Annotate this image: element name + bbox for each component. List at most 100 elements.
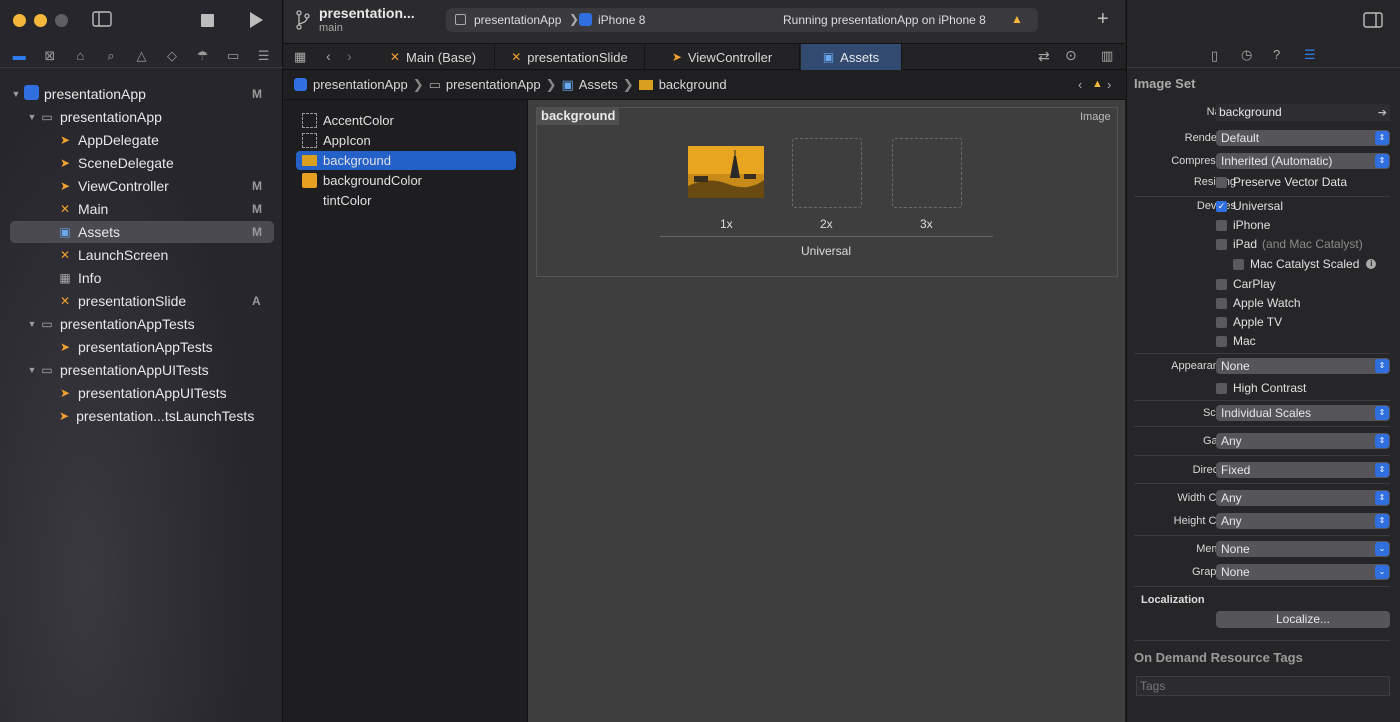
chevron-down-icon[interactable]: ▼ [10, 89, 22, 99]
popup-arrow-icon: ⇕ [1375, 406, 1389, 420]
tab-presentation-slide[interactable]: ✕ presentationSlide [495, 44, 645, 70]
device-tv-checkbox[interactable]: Apple TV [1216, 315, 1282, 329]
sidebar-toggle-icon[interactable] [92, 11, 112, 31]
forward-icon[interactable]: › [347, 48, 352, 64]
tree-item-project[interactable]: ▼ presentationApp M [10, 83, 274, 105]
storyboard-icon: ✕ [511, 50, 522, 64]
debug-icon[interactable]: ☂ [194, 48, 212, 64]
chevron-right-icon[interactable]: › [1107, 77, 1111, 92]
run-status-text: Running presentationApp on iPhone 8 [783, 13, 986, 27]
scheme-title[interactable]: presentation... [319, 5, 415, 21]
chevron-down-icon[interactable]: ▼ [26, 365, 38, 375]
asset-item[interactable]: AppIcon [296, 131, 516, 150]
back-icon[interactable]: ‹ [326, 48, 331, 64]
tree-item-file[interactable]: ➤ ViewController M [10, 175, 274, 197]
swap-icon[interactable]: ⇄ [1038, 48, 1050, 65]
name-field[interactable]: background ➔ [1216, 104, 1390, 121]
tree-item-file-selected[interactable]: ▣ Assets M [10, 221, 274, 243]
asset-item[interactable]: tintColor [296, 191, 516, 210]
width-class-popup[interactable]: Any ⇕ [1216, 490, 1390, 506]
tree-item-group[interactable]: ▼ ▭ presentationAppUITests [10, 359, 274, 381]
device-ipad-checkbox[interactable]: iPad (and Mac Catalyst) [1216, 237, 1363, 251]
inspector-toggle-icon[interactable] [1363, 12, 1383, 31]
asset-item-selected[interactable]: background [296, 151, 516, 170]
device-carplay-checkbox[interactable]: CarPlay [1216, 277, 1276, 291]
height-class-popup[interactable]: Any ⇕ [1216, 513, 1390, 529]
warning-icon[interactable]: ▲ [1092, 78, 1103, 90]
run-destination[interactable]: iPhone 8 [598, 13, 645, 27]
info-icon[interactable]: i [1366, 259, 1377, 269]
help-icon[interactable]: ? [1273, 47, 1280, 62]
tree-item-group[interactable]: ▼ ▭ presentationAppTests [10, 313, 274, 335]
arrow-circle-icon[interactable]: ➔ [1378, 105, 1387, 122]
warning-icon[interactable]: ▲ [1011, 12, 1023, 26]
localize-button[interactable]: Localize... [1216, 611, 1390, 628]
scales-popup[interactable]: Individual Scales ⇕ [1216, 405, 1390, 421]
split-editor-icon[interactable]: ▥ [1101, 48, 1113, 64]
tree-item-group[interactable]: ▼ ▭ presentationApp [10, 106, 274, 128]
tags-field[interactable]: Tags [1136, 676, 1390, 696]
add-icon[interactable]: + [1097, 9, 1109, 29]
history-icon[interactable]: ◷ [1241, 47, 1252, 63]
tree-item-file[interactable]: ➤ SceneDelegate [10, 152, 274, 174]
high-contrast-checkbox[interactable]: High Contrast [1216, 381, 1306, 395]
device-universal-checkbox[interactable]: ✓ Universal [1216, 199, 1283, 213]
divider [1134, 196, 1390, 197]
background-image-1x[interactable] [688, 146, 764, 198]
warning-icon[interactable]: △ [132, 48, 150, 64]
breakpoint-icon[interactable]: ▭ [224, 48, 242, 64]
stop-icon[interactable] [201, 14, 214, 27]
source-control-icon[interactable]: ⊠ [41, 48, 59, 64]
jump-bar-item[interactable]: Assets [579, 77, 618, 92]
image-slot-2x[interactable] [792, 138, 862, 208]
tree-item-file[interactable]: ➤ presentationAppUITests [10, 382, 274, 404]
attributes-inspector-icon[interactable]: ☰ [1304, 47, 1316, 63]
memory-popup[interactable]: None ⌄ [1216, 541, 1390, 557]
symbol-icon[interactable]: ⌂ [71, 48, 89, 63]
run-icon[interactable] [248, 11, 264, 32]
jump-bar-item[interactable]: presentationApp [313, 77, 408, 92]
tab-view-controller[interactable]: ➤ ViewController [645, 44, 800, 70]
device-mac-catalyst-checkbox[interactable]: Mac Catalyst Scaled i [1233, 257, 1377, 271]
appearances-popup[interactable]: None ⇕ [1216, 358, 1390, 374]
render-as-popup[interactable]: Default ⇕ [1216, 130, 1390, 146]
image-set-kind: Image [1080, 111, 1111, 123]
direction-popup[interactable]: Fixed ⇕ [1216, 462, 1390, 478]
graphics-popup[interactable]: None ⌄ [1216, 564, 1390, 580]
search-icon[interactable]: ⌕ [102, 48, 120, 64]
chevron-down-icon[interactable]: ▼ [26, 319, 38, 329]
folder-icon[interactable]: ▬ [10, 48, 28, 63]
tree-item-file[interactable]: ✕ Main M [10, 198, 274, 220]
swift-file-icon: ➤ [59, 386, 71, 400]
tree-item-file[interactable]: ➤ AppDelegate [10, 129, 274, 151]
chevron-down-icon[interactable]: ▼ [26, 112, 38, 122]
image-slot-3x[interactable] [892, 138, 962, 208]
device-iphone-checkbox[interactable]: iPhone [1216, 218, 1270, 232]
tree-item-file[interactable]: ▦ Info [10, 267, 274, 289]
tree-item-file[interactable]: ➤ presentation...tsLaunchTests [10, 405, 274, 427]
device-watch-checkbox[interactable]: Apple Watch [1216, 296, 1301, 310]
tree-item-file[interactable]: ✕ presentationSlide A [10, 290, 274, 312]
gamut-popup[interactable]: Any ⇕ [1216, 433, 1390, 449]
tab-main[interactable]: ✕ Main (Base) [372, 44, 495, 70]
scheme-app[interactable]: presentationApp [474, 13, 561, 27]
chevron-left-icon[interactable]: ‹ [1078, 77, 1082, 92]
asset-item[interactable]: backgroundColor [296, 171, 516, 190]
zoom-window-button[interactable] [55, 14, 68, 27]
jump-bar-item[interactable]: presentationApp [446, 77, 541, 92]
preserve-vector-checkbox[interactable]: Preserve Vector Data [1216, 175, 1347, 189]
device-mac-checkbox[interactable]: Mac [1216, 334, 1256, 348]
test-icon[interactable]: ◇ [163, 48, 181, 64]
more-icon[interactable]: ⊙ [1065, 47, 1077, 64]
close-window-button[interactable] [13, 14, 26, 27]
compression-popup[interactable]: Inherited (Automatic) ⇕ [1216, 153, 1390, 169]
report-icon[interactable]: ☰ [255, 48, 273, 64]
asset-item[interactable]: AccentColor [296, 111, 516, 130]
minimize-window-button[interactable] [34, 14, 47, 27]
grid-icon[interactable]: ▦ [294, 49, 306, 65]
tree-item-file[interactable]: ✕ LaunchScreen [10, 244, 274, 266]
jump-bar-item[interactable]: background [659, 77, 727, 92]
tree-item-file[interactable]: ➤ presentationAppTests [10, 336, 274, 358]
tab-assets[interactable]: ▣ Assets [801, 44, 902, 70]
file-inspector-icon[interactable]: ▯ [1211, 48, 1218, 64]
